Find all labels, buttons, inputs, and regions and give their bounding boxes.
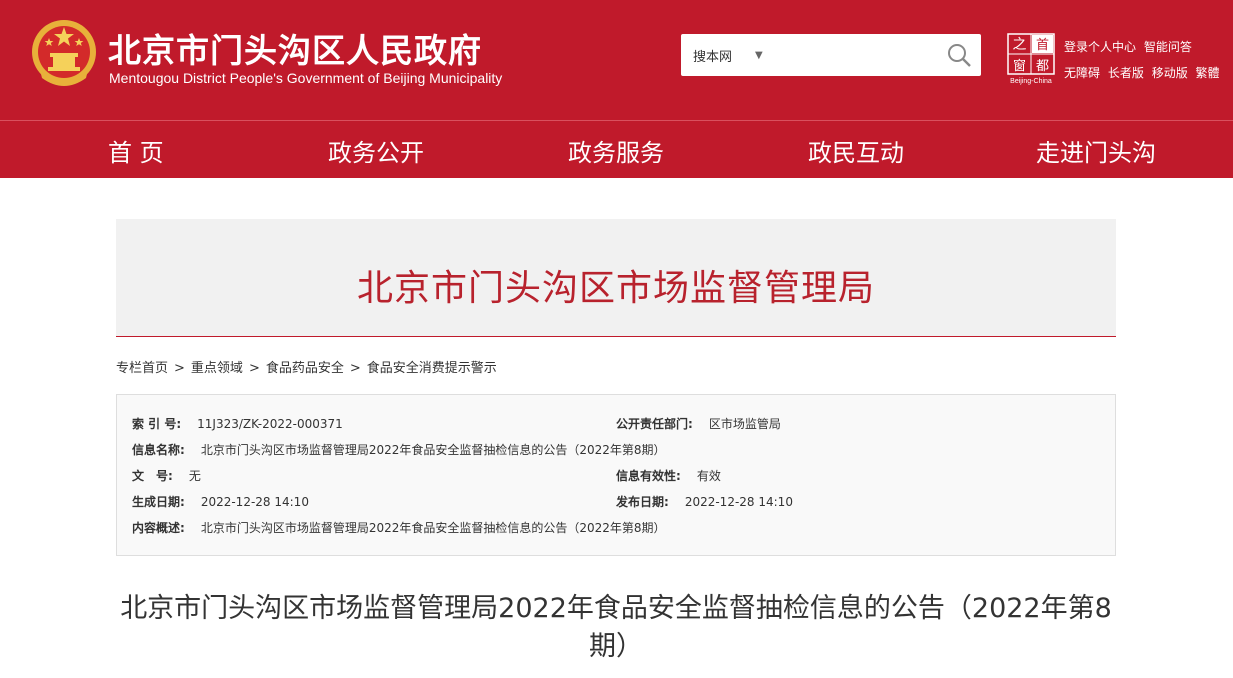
info-label: 公开责任部门: <box>616 417 693 431</box>
document-info-box: 索 引 号: 11J323/ZK-2022-000371 公开责任部门: 区市场监管… <box>116 394 1116 556</box>
info-label: 信息有效性: <box>616 469 681 483</box>
site-subtitle: Mentougou District People's Government o… <box>109 70 503 86</box>
info-value: 北京市门头沟区市场监督管理局2022年食品安全监督抽检信息的公告（2022年第8… <box>200 443 666 457</box>
search-scope-select[interactable]: 搜本网 <box>693 46 732 65</box>
info-published-row: 发布日期: 2022-12-28 14:10 <box>616 493 793 510</box>
department-banner: 北京市门头沟区市场监督管理局 <box>116 219 1116 337</box>
info-created-row: 生成日期: 2022-12-28 14:10 <box>132 493 309 510</box>
breadcrumb-separator: > <box>349 361 361 376</box>
info-label: 内容概述: <box>132 521 185 535</box>
nav-government-affairs-open[interactable]: 政务公开 <box>328 133 424 168</box>
accessibility-link[interactable]: 无障碍 <box>1064 66 1100 80</box>
nav-government-services[interactable]: 政务服务 <box>568 133 664 168</box>
info-label: 生成日期: <box>132 495 185 509</box>
department-title: 北京市门头沟区市场监督管理局 <box>356 268 875 309</box>
breadcrumb: 专栏首页 > 重点领域 > 食品药品安全 > 食品安全消费提示警示 <box>116 357 497 376</box>
capital-logo-char: 之 <box>1013 37 1027 53</box>
capital-window-logo[interactable]: 之 首 窗 都 Beijing-China <box>1006 32 1056 86</box>
info-label: 索 引 号: <box>132 417 182 431</box>
breadcrumb-item[interactable]: 专栏首页 <box>116 361 168 376</box>
info-name-row: 信息名称: 北京市门头沟区市场监督管理局2022年食品安全监督抽检信息的公告（20… <box>132 441 666 458</box>
article-title: 北京市门头沟区市场监督管理局2022年食品安全监督抽检信息的公告（2022年第8… <box>120 593 1112 662</box>
capital-logo-char: 窗 <box>1013 58 1026 74</box>
info-label: 文 号: <box>132 469 173 483</box>
nav-home[interactable]: 首 页 <box>108 133 164 168</box>
breadcrumb-separator: > <box>248 361 260 376</box>
site-header: 北京市门头沟区人民政府 Mentougou District People's … <box>0 0 1233 120</box>
mobile-version-link[interactable]: 移动版 <box>1152 66 1188 80</box>
info-docno-row: 文 号: 无 <box>132 467 201 484</box>
breadcrumb-item[interactable]: 食品药品安全 <box>266 361 344 376</box>
elderly-version-link[interactable]: 长者版 <box>1108 66 1144 80</box>
info-value: 有效 <box>696 469 721 483</box>
main-nav: 首 页 政务公开 政务服务 政民互动 走进门头沟 <box>0 120 1233 178</box>
info-summary-row: 内容概述: 北京市门头沟区市场监督管理局2022年食品安全监督抽检信息的公告（20… <box>132 519 666 536</box>
info-label: 发布日期: <box>616 495 669 509</box>
caret-down-icon[interactable]: ▼ <box>755 50 763 61</box>
info-label: 信息名称: <box>132 443 185 457</box>
national-emblem-icon <box>32 20 96 86</box>
breadcrumb-item[interactable]: 食品安全消费提示警示 <box>367 361 497 376</box>
info-value: 无 <box>188 469 201 483</box>
info-value: 2022-12-28 14:10 <box>684 495 793 509</box>
capital-logo-caption: Beijing-China <box>1010 78 1052 85</box>
info-dept-row: 公开责任部门: 区市场监管局 <box>616 415 781 432</box>
top-links: 登录个人中心 智能问答 无障碍 长者版 移动版 繁體 <box>1064 34 1224 86</box>
login-center-link[interactable]: 登录个人中心 <box>1064 40 1136 54</box>
info-value: 北京市门头沟区市场监督管理局2022年食品安全监督抽检信息的公告（2022年第8… <box>200 521 666 535</box>
breadcrumb-item[interactable]: 重点领域 <box>191 361 243 376</box>
smart-qa-link[interactable]: 智能问答 <box>1144 40 1192 54</box>
site-title[interactable]: 北京市门头沟区人民政府 <box>108 24 482 72</box>
nav-about-mentougou[interactable]: 走进门头沟 <box>1036 133 1156 168</box>
info-value: 区市场监管局 <box>708 417 781 431</box>
capital-logo-char: 都 <box>1036 59 1049 74</box>
search-input[interactable] <box>777 42 927 68</box>
search-icon[interactable] <box>945 41 973 69</box>
capital-logo-char: 首 <box>1036 38 1049 53</box>
breadcrumb-separator: > <box>174 361 185 376</box>
info-validity-row: 信息有效性: 有效 <box>616 467 721 484</box>
info-index-row: 索 引 号: 11J323/ZK-2022-000371 <box>132 415 343 432</box>
info-value: 11J323/ZK-2022-000371 <box>197 417 343 431</box>
nav-public-interaction[interactable]: 政民互动 <box>808 133 904 168</box>
search-box: 搜本网 ▼ <box>681 34 981 76</box>
traditional-chinese-link[interactable]: 繁體 <box>1196 66 1220 80</box>
info-value: 2022-12-28 14:10 <box>200 495 309 509</box>
